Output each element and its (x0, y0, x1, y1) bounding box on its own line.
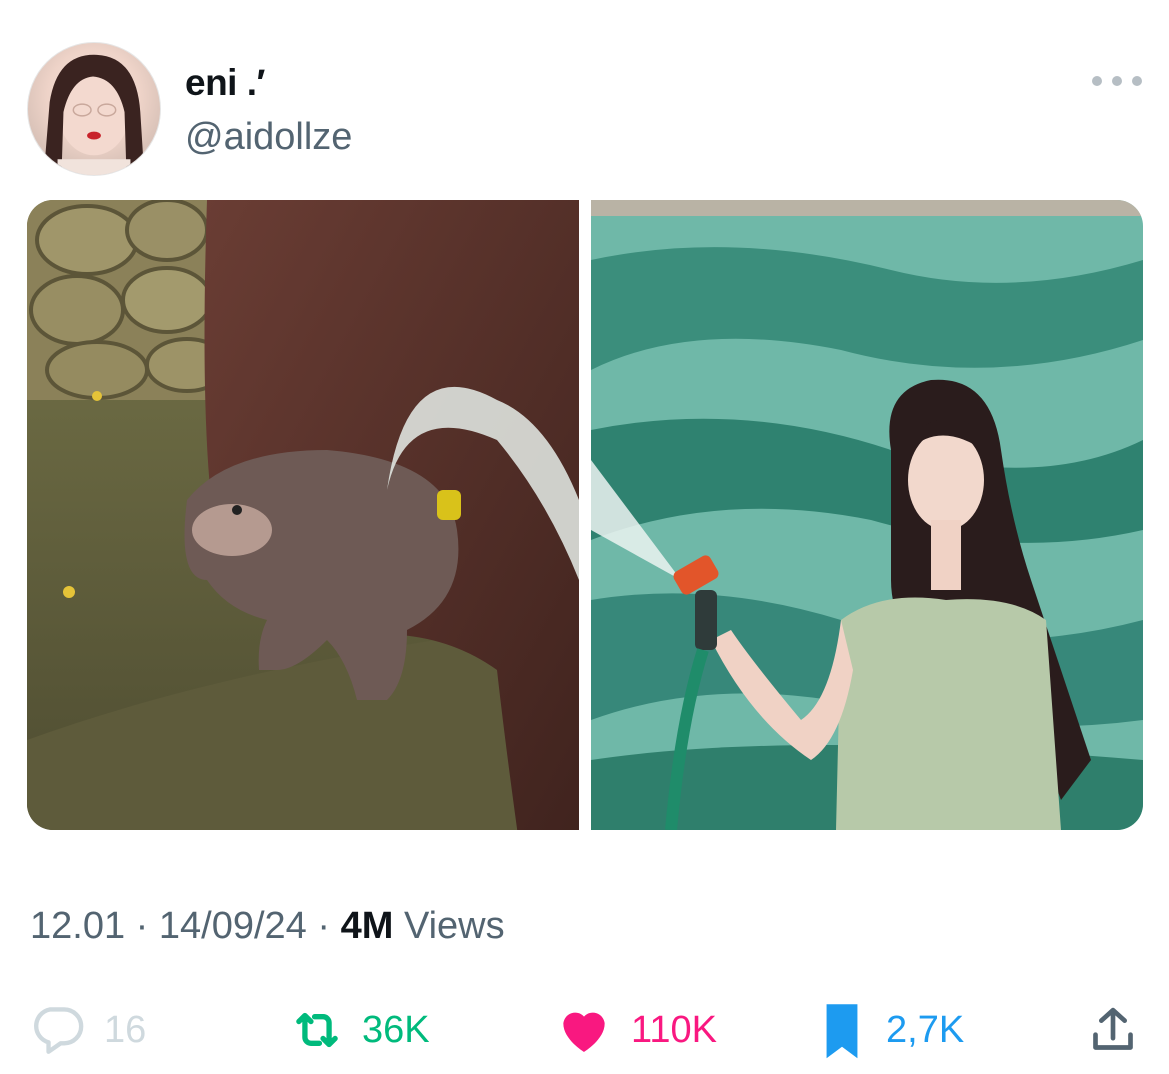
reply-button[interactable]: 16 (28, 990, 146, 1070)
bookmark-button[interactable]: 2,7K (824, 990, 964, 1070)
avatar-image (43, 54, 145, 175)
action-bar: 16 36K 110K 2,7K (0, 990, 1169, 1070)
woman-with-hose-photo-icon (591, 200, 1143, 830)
media-grid (27, 200, 1143, 830)
tweet: eni .′ @aidollze 12.01 · 14/09/24 · 4M V… (0, 0, 1169, 1074)
retweet-count: 36K (362, 1008, 430, 1051)
hippo-photo-icon (27, 200, 579, 830)
tweet-time[interactable]: 12.01 (30, 905, 125, 947)
heart-icon (563, 1012, 605, 1052)
user-handle[interactable]: @aidollze (185, 116, 352, 159)
meta-separator: · (135, 905, 149, 947)
media-photo-hippo[interactable] (27, 200, 579, 830)
reply-count: 16 (104, 1008, 147, 1051)
share-button[interactable] (1085, 990, 1141, 1070)
meta-separator: · (317, 905, 331, 947)
views-label[interactable]: Views (404, 905, 505, 947)
more-dot-icon (1092, 76, 1102, 86)
views-count[interactable]: 4M (341, 905, 394, 947)
media-photo-woman[interactable] (591, 200, 1143, 830)
more-dot-icon (1132, 76, 1142, 86)
more-options-button[interactable] (1092, 66, 1142, 96)
bookmark-icon (826, 1004, 858, 1059)
like-button[interactable]: 110K (553, 990, 717, 1070)
retweet-icon (296, 1012, 338, 1048)
display-name[interactable]: eni .′ (185, 62, 265, 104)
tweet-date[interactable]: 14/09/24 (159, 905, 307, 947)
avatar[interactable] (27, 42, 161, 176)
share-icon (1093, 1007, 1133, 1050)
more-dot-icon (1112, 76, 1122, 86)
tweet-metadata: 12.01 · 14/09/24 · 4M Views (30, 905, 505, 948)
reply-icon (34, 1007, 84, 1054)
retweet-button[interactable]: 36K (288, 990, 430, 1070)
like-count: 110K (631, 1008, 717, 1051)
bookmark-count: 2,7K (886, 1008, 965, 1051)
